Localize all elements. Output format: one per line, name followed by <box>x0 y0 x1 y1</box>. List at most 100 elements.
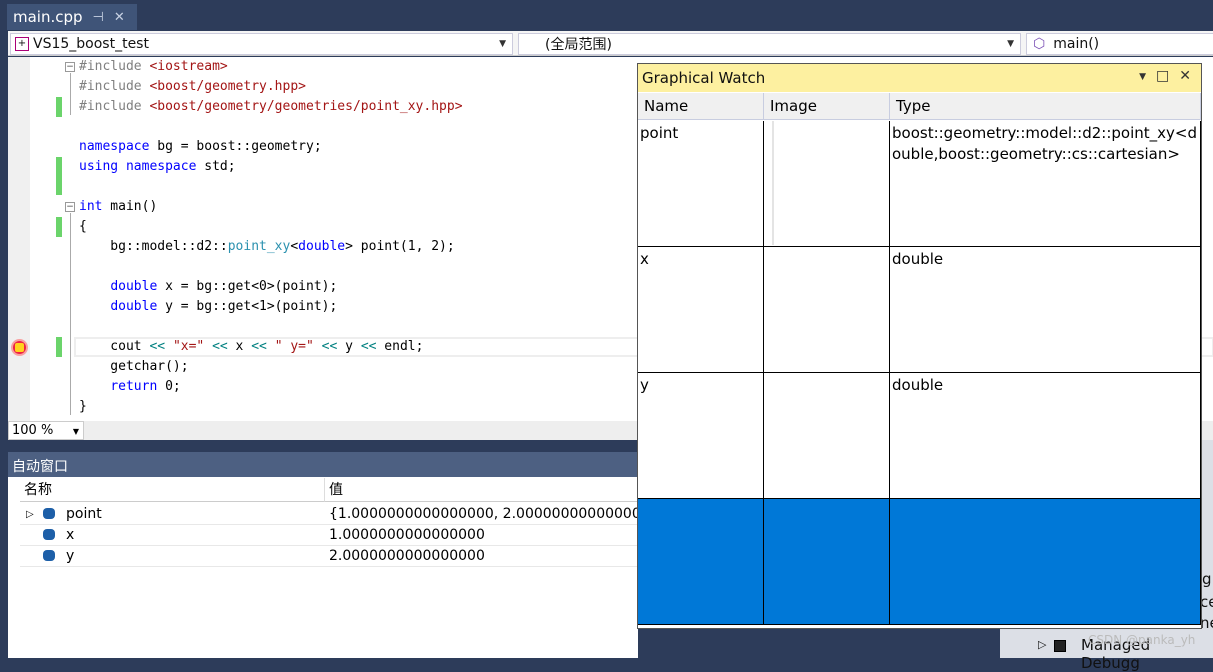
column-header-name[interactable]: Name <box>638 93 764 120</box>
close-icon[interactable]: ✕ <box>114 10 125 25</box>
project-dropdown[interactable]: + VS15_boost_test ▼ <box>10 33 513 55</box>
code-line[interactable]: using namespace std; <box>79 157 236 177</box>
expand-icon[interactable]: ▷ <box>26 504 34 525</box>
member-dropdown[interactable]: ⬡ main() <box>1026 33 1213 55</box>
watch-cell-type[interactable] <box>890 499 1201 625</box>
code-line[interactable]: double y = bg::get<1>(point); <box>79 297 337 317</box>
change-marker <box>56 97 62 117</box>
code-token: << <box>251 339 267 354</box>
pin-icon[interactable]: ⊣ <box>93 10 104 25</box>
watch-cell-image[interactable] <box>764 499 890 625</box>
watch-cell-name[interactable] <box>638 499 764 625</box>
code-line[interactable]: #include <boost/geometry.hpp> <box>79 77 306 97</box>
column-header-type[interactable]: Type <box>890 93 1201 120</box>
breakpoint-current-icon[interactable] <box>11 339 28 356</box>
code-token: getchar(); <box>79 359 189 374</box>
watch-cell-image[interactable] <box>764 373 890 499</box>
code-token: using <box>79 159 119 174</box>
code-line[interactable]: bg::model::d2::point_xy<double> point(1,… <box>79 237 454 257</box>
watch-cell-name[interactable]: x <box>638 247 764 373</box>
partial-text: g <box>1202 570 1212 588</box>
code-line[interactable]: } <box>79 397 87 417</box>
zoom-level: 100 % <box>12 423 54 438</box>
maximize-icon[interactable]: □ <box>1156 68 1169 86</box>
variable-value: 2.0000000000000000 <box>329 548 485 564</box>
code-line[interactable]: #include <iostream> <box>79 57 228 77</box>
code-token: int <box>79 199 103 214</box>
watermark: CSDN @panka_yh <box>1088 633 1196 647</box>
code-token: x <box>227 339 252 354</box>
autos-row[interactable]: y 2.0000000000000000 <box>20 546 638 567</box>
variable-value: {1.0000000000000000, 2.0000000000000000} <box>329 506 668 522</box>
code-token: double <box>298 239 346 254</box>
member-name: main() <box>1053 36 1100 52</box>
image-axis <box>772 121 774 245</box>
project-icon: + <box>15 37 29 51</box>
tab-title: main.cpp <box>13 8 83 26</box>
watch-cell-name[interactable]: point <box>638 121 764 247</box>
variable-name: x <box>66 527 75 543</box>
column-header-value[interactable]: 值 <box>325 478 638 502</box>
fold-toggle[interactable]: − <box>65 62 75 72</box>
editor-gutter[interactable] <box>8 57 30 421</box>
method-icon: ⬡ <box>1033 36 1046 52</box>
variable-name: y <box>66 548 75 564</box>
column-header-name[interactable]: 名称 <box>20 478 325 502</box>
code-token: { <box>79 219 87 234</box>
code-token: <boost/geometry/geometries/point_xy.hpp> <box>149 99 463 114</box>
code-token: endl; <box>376 339 424 354</box>
scope-dropdown[interactable]: (全局范围) ▼ <box>518 33 1021 55</box>
watch-cell-type[interactable]: double <box>890 247 1201 373</box>
watch-cell-image[interactable] <box>764 247 890 373</box>
code-token: 0; <box>157 379 181 394</box>
code-token: << <box>212 339 228 354</box>
watch-cell-name[interactable]: y <box>638 373 764 499</box>
code-token: bg::model::d2:: <box>79 239 228 254</box>
code-token: bg = boost::geometry; <box>149 139 322 154</box>
tab-main-cpp[interactable]: main.cpp ⊣ ✕ <box>7 4 137 30</box>
code-token: << <box>321 339 338 354</box>
code-token: "x=" <box>172 339 205 354</box>
code-line[interactable]: double x = bg::get<0>(point); <box>79 277 337 297</box>
code-token: #include <box>79 59 150 74</box>
close-icon[interactable]: ✕ <box>1179 68 1191 86</box>
chevron-down-icon: ▼ <box>1007 39 1014 49</box>
watch-cell-type[interactable]: boost::geometry::model::d2::point_xy<dou… <box>890 121 1201 247</box>
code-line[interactable]: return 0; <box>79 377 181 397</box>
code-token: namespace <box>125 159 197 174</box>
code-line[interactable]: { <box>79 217 87 237</box>
change-marker <box>56 157 62 195</box>
column-header-image[interactable]: Image <box>764 93 890 120</box>
watch-cell-type[interactable]: double <box>890 373 1201 499</box>
autos-row[interactable]: x 1.0000000000000000 <box>20 525 638 546</box>
code-line[interactable]: getchar(); <box>79 357 189 377</box>
expand-icon[interactable]: ▷ <box>1038 638 1046 651</box>
autos-row[interactable]: ▷ point {1.0000000000000000, 2.00000000000… <box>20 504 667 525</box>
dropdown-icon[interactable]: ▼ <box>1139 68 1146 86</box>
fold-line <box>70 73 71 115</box>
scope-name: (全局范围) <box>545 37 612 53</box>
code-line[interactable]: int main() <box>79 197 157 217</box>
graphical-watch-title[interactable]: Graphical Watch ▼ □ ✕ <box>638 64 1201 92</box>
zoom-dropdown[interactable]: 100 % ▼ <box>8 421 84 440</box>
code-token: #include <box>79 99 150 114</box>
change-marker <box>56 217 62 237</box>
code-token: std; <box>196 159 236 174</box>
graphical-watch-window: Graphical Watch ▼ □ ✕ Name Image Type poin… <box>637 63 1202 629</box>
fold-toggle[interactable]: − <box>65 202 75 212</box>
code-line[interactable]: namespace bg = boost::geometry; <box>79 137 322 157</box>
code-token: <iostream> <box>149 59 228 74</box>
variable-icon <box>43 550 55 561</box>
watch-cell-image[interactable] <box>764 121 890 247</box>
change-marker <box>56 337 62 357</box>
code-token: <boost/geometry.hpp> <box>149 79 306 94</box>
code-token: namespace <box>79 139 150 154</box>
code-token: " y=" <box>274 339 314 354</box>
code-line[interactable]: cout << "x=" << x << " y=" << y << endl; <box>79 337 423 357</box>
code-token: << <box>360 339 377 354</box>
code-line[interactable]: #include <boost/geometry/geometries/poin… <box>79 97 463 117</box>
